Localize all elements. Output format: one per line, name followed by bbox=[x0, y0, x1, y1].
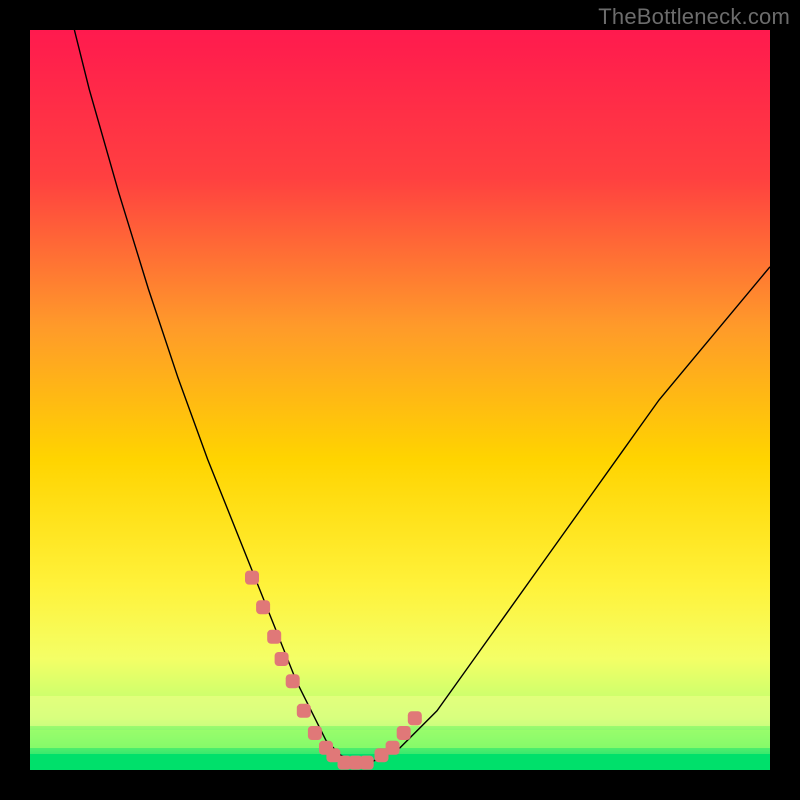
highlight-marker bbox=[297, 704, 311, 718]
highlight-marker bbox=[308, 726, 322, 740]
plot-svg bbox=[30, 30, 770, 770]
highlight-marker bbox=[408, 711, 422, 725]
watermark-text: TheBottleneck.com bbox=[598, 4, 790, 30]
yellow-band bbox=[30, 696, 770, 726]
highlight-marker bbox=[245, 571, 259, 585]
green-band-bottom bbox=[30, 754, 770, 770]
highlight-marker bbox=[256, 600, 270, 614]
highlight-marker bbox=[286, 674, 300, 688]
chart-frame: TheBottleneck.com bbox=[0, 0, 800, 800]
highlight-marker bbox=[360, 756, 374, 770]
highlight-marker bbox=[397, 726, 411, 740]
highlight-marker bbox=[275, 652, 289, 666]
highlight-marker bbox=[386, 741, 400, 755]
highlight-marker bbox=[267, 630, 281, 644]
plot-area bbox=[30, 30, 770, 770]
